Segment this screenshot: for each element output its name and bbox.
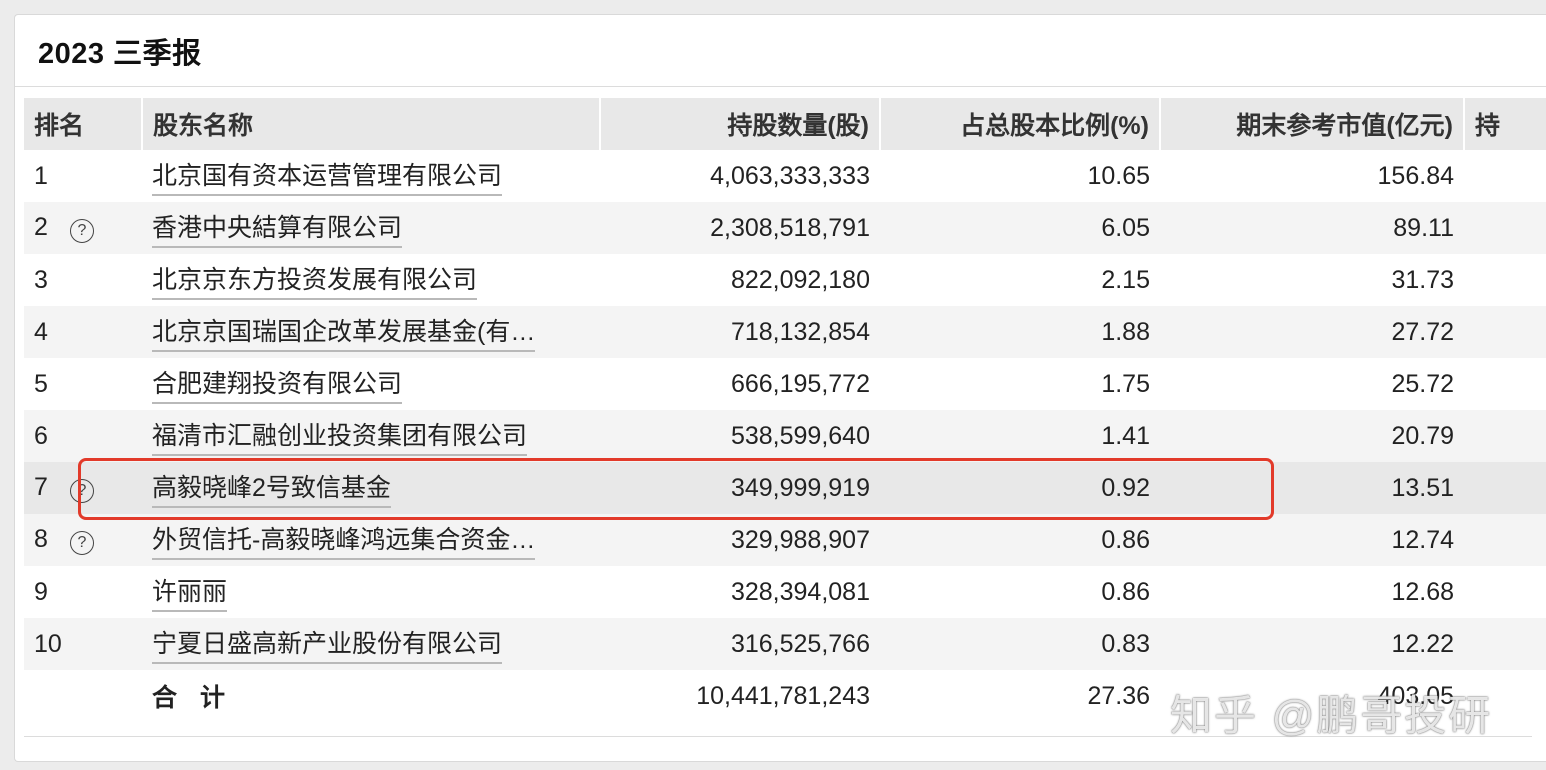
shares-cell: 4,063,333,333 — [710, 161, 870, 190]
value-cell: 156.84 — [1377, 161, 1454, 190]
total-label: 合 计 — [152, 684, 233, 712]
ratio-cell: 2.15 — [1101, 265, 1150, 294]
rank-cell: 3 — [34, 265, 48, 294]
column-header-ratio[interactable]: 占总股本比例(%) — [880, 98, 1161, 150]
shares-cell: 538,599,640 — [730, 421, 870, 450]
shares-cell: 349,999,919 — [730, 473, 870, 502]
value-cell: 12.74 — [1391, 525, 1454, 554]
shares-cell: 2,308,518,791 — [710, 213, 870, 242]
value-cell: 25.72 — [1391, 369, 1454, 398]
table-row: 1 北京国有资本运营管理有限公司 4,063,333,333 10.65 156.84 — [24, 150, 1546, 202]
rank-cell: 8 — [34, 525, 48, 553]
rank-cell: 7 — [34, 473, 48, 501]
table-row: 5 合肥建翔投资有限公司 666,195,772 1.75 25.72 — [24, 358, 1546, 410]
table-row: 6 福清市汇融创业投资集团有限公司 538,599,640 1.41 20.79 — [24, 410, 1546, 462]
watermark: 知乎 @鹏哥投研 — [1170, 692, 1493, 739]
report-title: 2023 三季报 — [38, 37, 202, 70]
help-icon[interactable]: ? — [69, 479, 94, 503]
holder-name-link[interactable]: 福清市汇融创业投资集团有限公司 — [152, 416, 528, 456]
value-cell: 12.22 — [1391, 629, 1454, 658]
holders-table-wrap: 排名 股东名称 持股数量(股) 占总股本比例(%) 期末参考市值(亿元) 持 1… — [24, 98, 1546, 722]
holder-name-link[interactable]: 高毅晓峰2号致信基金 — [152, 468, 391, 508]
holder-name-link[interactable]: 宁夏日盛高新产业股份有限公司 — [152, 624, 503, 664]
table-row: 8? 外贸信托-高毅晓峰鸿远集合资金… 329,988,907 0.86 12.74 — [24, 514, 1546, 566]
rank-cell: 9 — [34, 577, 48, 606]
rank-cell: 10 — [34, 629, 62, 658]
value-cell: 13.51 — [1391, 473, 1454, 502]
total-ratio: 27.36 — [1087, 681, 1150, 710]
holder-name-link[interactable]: 北京京国瑞国企改革发展基金(有… — [152, 312, 536, 352]
shares-cell: 329,988,907 — [730, 525, 870, 554]
column-header-shares[interactable]: 持股数量(股) — [600, 98, 881, 150]
rank-cell: 6 — [34, 421, 48, 450]
rank-cell: 5 — [34, 369, 48, 398]
value-cell: 89.11 — [1393, 213, 1454, 242]
column-header-value[interactable]: 期末参考市值(亿元) — [1160, 98, 1465, 150]
holder-name-link[interactable]: 外贸信托-高毅晓峰鸿远集合资金… — [152, 520, 536, 560]
value-cell: 31.73 — [1391, 265, 1454, 294]
top-holders-table: 排名 股东名称 持股数量(股) 占总股本比例(%) 期末参考市值(亿元) 持 1… — [24, 98, 1546, 722]
table-row: 9 许丽丽 328,394,081 0.86 12.68 — [24, 566, 1546, 618]
ratio-cell: 6.05 — [1101, 213, 1150, 242]
rank-cell: 2 — [34, 213, 48, 241]
total-shares: 10,441,781,243 — [696, 681, 870, 710]
table-row: 3 北京京东方投资发展有限公司 822,092,180 2.15 31.73 — [24, 254, 1546, 306]
column-header-rank[interactable]: 排名 — [24, 98, 143, 150]
ratio-cell: 1.88 — [1101, 317, 1150, 346]
table-row: 2? 香港中央結算有限公司 2,308,518,791 6.05 89.11 — [24, 202, 1546, 254]
shares-cell: 328,394,081 — [730, 577, 870, 606]
holder-name-link[interactable]: 北京京东方投资发展有限公司 — [152, 260, 478, 300]
column-header-extra[interactable]: 持 — [1464, 98, 1546, 150]
ratio-cell: 1.41 — [1101, 421, 1150, 450]
help-icon[interactable]: ? — [69, 531, 94, 555]
ratio-cell: 0.92 — [1101, 473, 1150, 502]
holder-name-link[interactable]: 香港中央結算有限公司 — [152, 208, 403, 248]
value-cell: 20.79 — [1391, 421, 1454, 450]
card-header: 2023 三季报 — [15, 15, 1546, 87]
shares-cell: 666,195,772 — [730, 369, 870, 398]
holder-name-link[interactable]: 许丽丽 — [152, 572, 228, 612]
rank-cell: 1 — [34, 161, 48, 190]
shares-cell: 718,132,854 — [730, 317, 870, 346]
holder-name-link[interactable]: 北京国有资本运营管理有限公司 — [152, 156, 503, 196]
rank-cell: 4 — [34, 317, 48, 346]
table-header-row: 排名 股东名称 持股数量(股) 占总股本比例(%) 期末参考市值(亿元) 持 — [24, 98, 1546, 150]
ratio-cell: 0.86 — [1101, 577, 1150, 606]
ratio-cell: 0.83 — [1101, 629, 1150, 658]
value-cell: 27.72 — [1391, 317, 1454, 346]
column-header-name[interactable]: 股东名称 — [142, 98, 601, 150]
table-row: 10 宁夏日盛高新产业股份有限公司 316,525,766 0.83 12.22 — [24, 618, 1546, 670]
ratio-cell: 10.65 — [1087, 161, 1150, 190]
holder-name-link[interactable]: 合肥建翔投资有限公司 — [152, 364, 403, 404]
value-cell: 12.68 — [1391, 577, 1454, 606]
shares-cell: 822,092,180 — [730, 265, 870, 294]
help-icon[interactable]: ? — [69, 219, 94, 243]
table-row: 7? 高毅晓峰2号致信基金 349,999,919 0.92 13.51 — [24, 462, 1546, 514]
ratio-cell: 1.75 — [1101, 369, 1150, 398]
table-row: 4 北京京国瑞国企改革发展基金(有… 718,132,854 1.88 27.72 — [24, 306, 1546, 358]
ratio-cell: 0.86 — [1101, 525, 1150, 554]
table-body: 1 北京国有资本运营管理有限公司 4,063,333,333 10.65 156.84 2… — [24, 150, 1546, 722]
shares-cell: 316,525,766 — [730, 629, 870, 658]
